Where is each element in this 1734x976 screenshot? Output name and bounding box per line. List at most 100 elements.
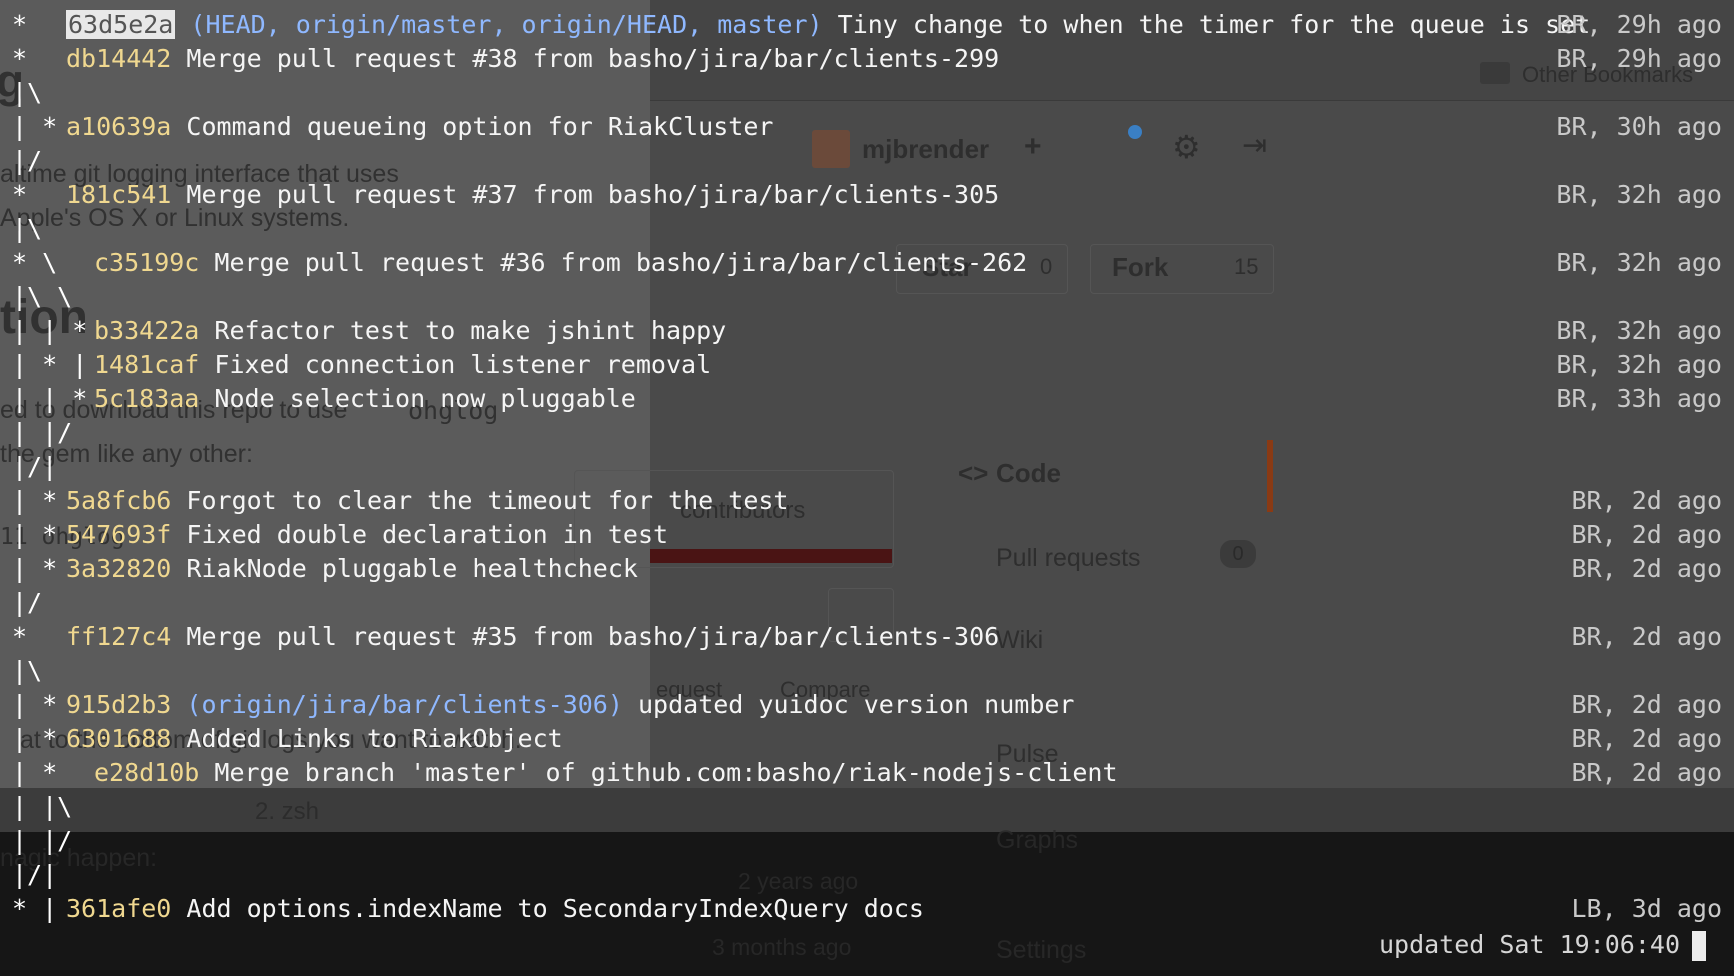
graph-node: | * — [12, 520, 73, 549]
graph-node: | * — [12, 554, 73, 583]
commit-author-age: BR, 32h ago — [1556, 180, 1722, 209]
commit-author-age: BR, 29h ago — [1556, 44, 1722, 73]
commit-author-age: BR, 2d ago — [1571, 690, 1722, 719]
graph-node: | * — [12, 724, 73, 753]
graph-node: | * — [12, 690, 73, 719]
commit-row[interactable]: * db14442 Merge pull request #38 from ba… — [12, 42, 1722, 76]
commit-row[interactable]: | * 915d2b3 (origin/jira/bar/clients-306… — [12, 688, 1722, 722]
commit-message: Fixed connection listener removal — [214, 350, 712, 379]
commit-author-age: BR, 32h ago — [1556, 350, 1722, 379]
graph-line: | |\ — [12, 790, 1722, 824]
commit-message: Merge pull request #35 from basho/jira/b… — [186, 622, 1000, 651]
graph-line: |\ \ — [12, 280, 1722, 314]
commit-hash[interactable]: e28d10b — [94, 758, 199, 787]
commit-hash[interactable]: 1481caf — [94, 350, 199, 379]
graph-connector: |\ — [12, 214, 43, 243]
graph-line: |\ — [12, 212, 1722, 246]
commit-hash[interactable]: 6301688 — [66, 724, 171, 753]
commit-row[interactable]: | * 3a32820 RiakNode pluggable healthche… — [12, 552, 1722, 586]
commit-hash[interactable]: 5c183aa — [94, 384, 199, 413]
commit-author-age: BR, 29h ago — [1556, 10, 1722, 39]
commit-author-age: BR, 2d ago — [1571, 622, 1722, 651]
graph-connector: | |\ — [12, 792, 73, 821]
graph-node: * \ — [12, 248, 103, 277]
commit-row[interactable]: * \ c35199c Merge pull request #36 from … — [12, 246, 1722, 280]
commit-author-age: BR, 30h ago — [1556, 112, 1722, 141]
commit-row[interactable]: * 181c541 Merge pull request #37 from ba… — [12, 178, 1722, 212]
graph-node: | | * — [12, 384, 103, 413]
commit-hash[interactable]: ff127c4 — [66, 622, 171, 651]
commit-row[interactable]: | | * 5c183aa Node selection now pluggab… — [12, 382, 1722, 416]
graph-connector: |/| — [12, 860, 58, 889]
commit-hash[interactable]: 181c541 — [66, 180, 171, 209]
graph-line: |\ — [12, 654, 1722, 688]
graph-node: | * | — [12, 350, 103, 379]
graph-connector: |/ — [12, 588, 43, 617]
commit-refs: (HEAD, origin/master, origin/HEAD, maste… — [190, 10, 823, 39]
commit-row[interactable]: | * 547693f Fixed double declaration in … — [12, 518, 1722, 552]
commit-hash[interactable]: a10639a — [66, 112, 171, 141]
graph-line: |\ — [12, 76, 1722, 110]
graph-connector: | |/ — [12, 826, 73, 855]
graph-line: |/ — [12, 144, 1722, 178]
commit-message: RiakNode pluggable healthcheck — [186, 554, 638, 583]
commit-author-age: BR, 2d ago — [1571, 554, 1722, 583]
commit-message: Merge branch 'master' of github.com:bash… — [214, 758, 1118, 787]
commit-author-age: BR, 33h ago — [1556, 384, 1722, 413]
commit-message: Forgot to clear the timeout for the test — [186, 486, 789, 515]
commit-message: Command queueing option for RiakCluster — [186, 112, 774, 141]
graph-connector: |/ — [12, 146, 43, 175]
commit-hash[interactable]: 547693f — [66, 520, 171, 549]
commit-hash[interactable]: 63d5e2a — [66, 10, 176, 39]
commit-row[interactable]: * ff127c4 Merge pull request #35 from ba… — [12, 620, 1722, 654]
graph-node: * — [12, 180, 73, 209]
commit-row[interactable]: * | 361afe0 Add options.indexName to Sec… — [12, 892, 1722, 926]
commit-row[interactable]: * 63d5e2a (HEAD, origin/master, origin/H… — [12, 8, 1722, 42]
commit-hash[interactable]: b33422a — [94, 316, 199, 345]
graph-connector: |/| — [12, 452, 58, 481]
graph-node: * | — [12, 894, 73, 923]
commit-row[interactable]: | * | 1481caf Fixed connection listener … — [12, 348, 1722, 382]
commit-hash[interactable]: c35199c — [94, 248, 199, 277]
commit-row[interactable]: | | * b33422a Refactor test to make jshi… — [12, 314, 1722, 348]
commit-message: Merge pull request #38 from basho/jira/b… — [186, 44, 1000, 73]
graph-line: |/ — [12, 586, 1722, 620]
commit-hash[interactable]: 361afe0 — [66, 894, 171, 923]
commit-message: Node selection now pluggable — [214, 384, 636, 413]
graph-node: | * — [12, 486, 73, 515]
terminal-git-log[interactable]: * 63d5e2a (HEAD, origin/master, origin/H… — [0, 0, 1734, 976]
commit-message: Fixed double declaration in test — [186, 520, 669, 549]
graph-line: |/| — [12, 858, 1722, 892]
graph-connector: |\ \ — [12, 282, 73, 311]
graph-node: | | * — [12, 316, 103, 345]
commit-author-age: BR, 2d ago — [1571, 758, 1722, 787]
graph-line: | |/ — [12, 824, 1722, 858]
commit-author-age: BR, 32h ago — [1556, 316, 1722, 345]
update-status: updated Sat 19:06:40 — [1379, 928, 1706, 962]
commit-author-age: LB, 3d ago — [1571, 894, 1722, 923]
commit-message: Add options.indexName to SecondaryIndexQ… — [186, 894, 924, 923]
commit-hash[interactable]: 5a8fcb6 — [66, 486, 171, 515]
commit-author-age: BR, 32h ago — [1556, 248, 1722, 277]
graph-line: | |/ — [12, 416, 1722, 450]
graph-connector: | |/ — [12, 418, 73, 447]
commit-hash[interactable]: db14442 — [66, 44, 171, 73]
commit-message: Merge pull request #36 from basho/jira/b… — [214, 248, 1028, 277]
commit-row[interactable]: | * e28d10b Merge branch 'master' of git… — [12, 756, 1722, 790]
commit-hash[interactable]: 3a32820 — [66, 554, 171, 583]
update-timestamp: updated Sat 19:06:40 — [1378, 930, 1680, 959]
commit-message: Tiny change to when the timer for the qu… — [837, 10, 1591, 39]
commit-message: Refactor test to make jshint happy — [214, 316, 727, 345]
commit-message: Added Links to RiakObject — [186, 724, 563, 753]
graph-connector: |\ — [12, 656, 43, 685]
commit-author-age: BR, 2d ago — [1571, 724, 1722, 753]
commit-refs: (origin/jira/bar/clients-306) — [186, 690, 623, 719]
graph-line: |/| — [12, 450, 1722, 484]
graph-node: * — [12, 622, 73, 651]
commit-row[interactable]: | * a10639a Command queueing option for … — [12, 110, 1722, 144]
commit-author-age: BR, 2d ago — [1571, 520, 1722, 549]
commit-row[interactable]: | * 5a8fcb6 Forgot to clear the timeout … — [12, 484, 1722, 518]
commit-hash[interactable]: 915d2b3 — [66, 690, 171, 719]
commit-row[interactable]: | * 6301688 Added Links to RiakObject BR,… — [12, 722, 1722, 756]
graph-connector: |\ — [12, 78, 43, 107]
